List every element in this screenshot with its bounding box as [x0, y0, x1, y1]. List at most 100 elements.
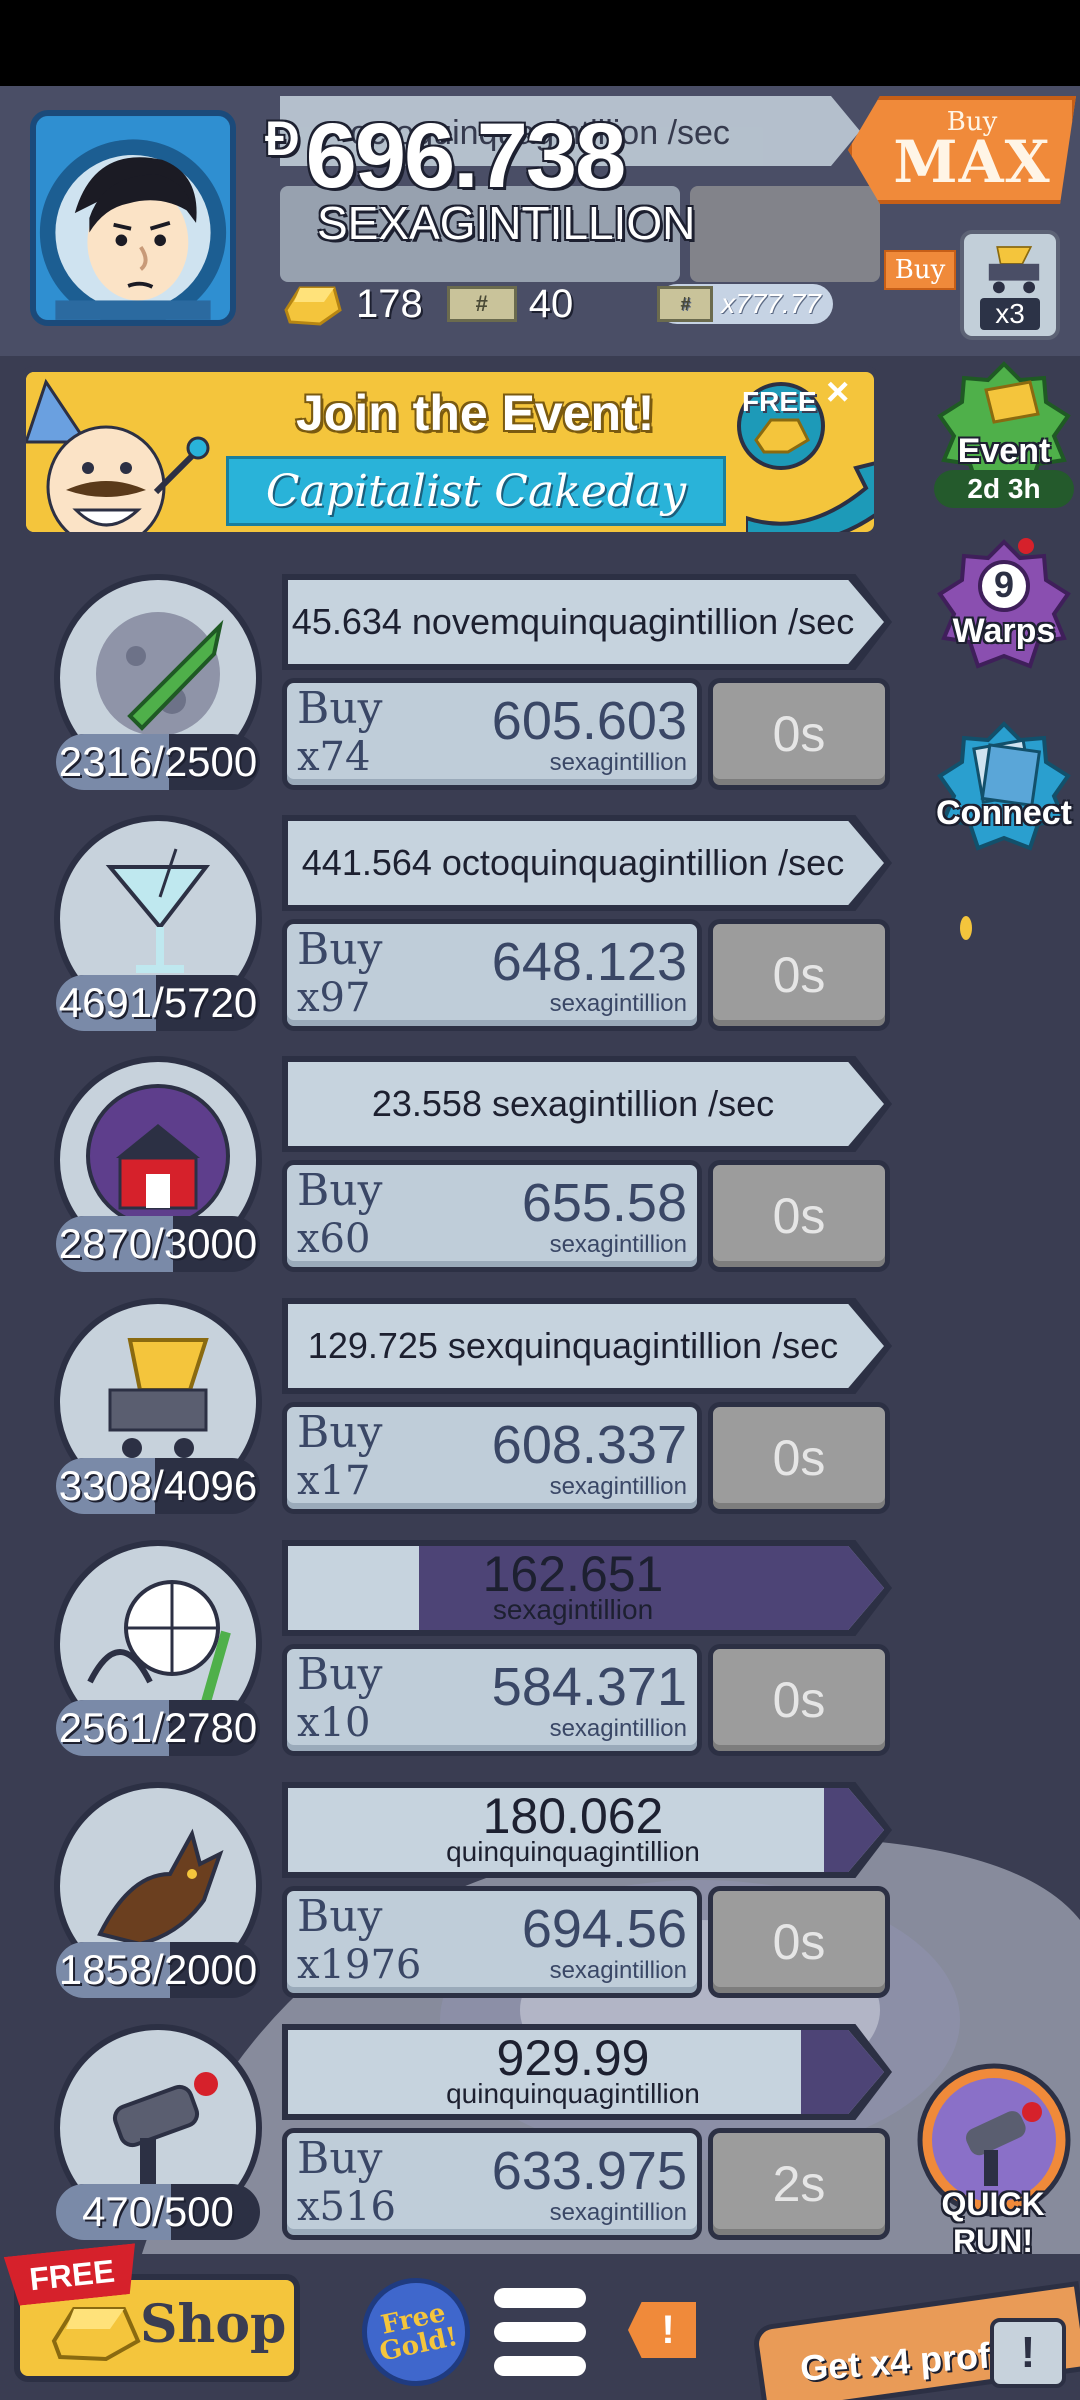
warps-label: Warps — [952, 612, 1056, 650]
gold-bar-icon — [284, 286, 342, 326]
income-bar[interactable]: 162.651 sexagintillion — [282, 1540, 892, 1636]
party-mayor-icon — [26, 372, 226, 532]
cycle-timer: 0s — [708, 1160, 890, 1272]
buy-cost-unit: sexagintillion — [549, 1473, 687, 1500]
buy-cost: 584.371 — [491, 1657, 687, 1717]
arrow-right-icon — [746, 461, 874, 532]
income-bar[interactable]: 180.062 quinquinquagintillion — [282, 1782, 892, 1878]
cycle-timer: 0s — [708, 919, 890, 1031]
cheese-cart-icon — [108, 1338, 209, 1458]
megabucks-icon: # — [446, 286, 517, 322]
money-value: 696.738 — [305, 105, 627, 207]
moon-rocket-icon — [96, 612, 224, 736]
warps-button[interactable]: 9 Warps — [934, 536, 1074, 676]
buy-cost-unit: sexagintillion — [549, 1957, 687, 1984]
status-bar — [0, 0, 1080, 86]
income-unit: quinquinquagintillion — [446, 1836, 700, 1867]
cart-multiplier: x3 — [980, 298, 1040, 330]
buy-button[interactable]: Buy x516 633.975 sexagintillion — [282, 2128, 702, 2240]
income-rate: 441.564 octoquinquagintillion /sec — [301, 842, 845, 883]
multiplier-value: x777.77 — [721, 288, 821, 319]
buy-multiplier: x516 — [297, 2184, 396, 2230]
buy-multiplier: x97 — [297, 975, 371, 1021]
shop-label: Shop — [140, 2294, 287, 2355]
buy-button[interactable]: Buy x1976 694.56 sexagintillion — [282, 1886, 702, 1998]
income-bar[interactable]: 23.558 sexagintillion /sec — [282, 1056, 892, 1152]
avatar[interactable] — [30, 110, 236, 326]
owned-count: 2561/2780 — [56, 1700, 260, 1756]
owned-count: 1858/2000 — [56, 1942, 260, 1998]
income-value: 162.651 — [482, 1546, 664, 1602]
buy-cost: 694.56 — [521, 1899, 687, 1959]
buy-label: Buy — [297, 2133, 383, 2184]
warps-badge-icon — [937, 538, 1071, 669]
buy-label: Buy — [297, 1891, 383, 1942]
money-symbol: Ð — [265, 113, 300, 166]
buy-max-button[interactable]: Buy MAX — [848, 96, 1076, 204]
buy-button[interactable]: Buy x97 648.123 sexagintillion — [282, 919, 702, 1031]
buy-label: Buy — [297, 1649, 383, 1700]
event-timer: 2d 3h — [934, 470, 1074, 508]
buy-button[interactable]: Buy x74 605.603 sexagintillion — [282, 678, 702, 790]
cycle-timer: 0s — [708, 678, 890, 790]
buy-cost-unit: sexagintillion — [549, 1231, 687, 1258]
owned-count: 2870/3000 — [56, 1216, 260, 1272]
income-rate: 45.634 novemquinquagintillion /sec — [291, 601, 855, 642]
income-bar[interactable]: 129.725 sexquinquagintillion /sec — [282, 1298, 892, 1394]
connect-label: Connect — [936, 794, 1072, 832]
gold-bar-icon — [51, 2307, 141, 2362]
astronaut-portrait-icon — [36, 116, 230, 320]
income-bar[interactable]: 45.634 novemquinquagintillion /sec — [282, 574, 892, 670]
buy-cost-unit: sexagintillion — [549, 749, 687, 776]
buy-multiplier: x60 — [297, 1216, 371, 1262]
cycle-timer: 2s — [708, 2128, 890, 2240]
owned-count: 470/500 — [56, 2184, 260, 2240]
connect-badge-icon — [937, 721, 1071, 851]
buy-label: Buy — [297, 924, 383, 975]
cycle-timer: 0s — [708, 1402, 890, 1514]
income-rate: 23.558 sexagintillion /sec — [371, 1083, 775, 1124]
menu-button[interactable] — [494, 2288, 586, 2378]
income-bar[interactable]: 441.564 octoquinquagintillion /sec — [282, 815, 892, 911]
buy-cost-unit: sexagintillion — [549, 1715, 687, 1742]
buy-cart-tag[interactable]: Buy — [884, 250, 956, 290]
alert-button[interactable]: ! — [628, 2302, 696, 2358]
buy-button[interactable]: Buy x60 655.58 sexagintillion — [282, 1160, 702, 1272]
business-row: 1858/2000 180.062 quinquinquagintillion … — [0, 1782, 900, 2022]
buy-button[interactable]: Buy x10 584.371 sexagintillion — [282, 1644, 702, 1756]
werewolf-icon — [97, 1828, 224, 1947]
event-free-label: FREE — [742, 386, 817, 417]
cycle-timer: 0s — [708, 1644, 890, 1756]
buy-button[interactable]: Buy x17 608.337 sexagintillion — [282, 1402, 702, 1514]
profit-multiplier[interactable]: # x777.77 — [657, 284, 833, 324]
income-bar[interactable]: 929.99 quinquinquagintillion — [282, 2024, 892, 2120]
event-close-button[interactable]: × — [826, 370, 849, 415]
owned-count-text: 2870/3000 — [58, 1220, 258, 1267]
megabucks-count: 40 — [528, 281, 574, 326]
event-banner[interactable]: Join the Event! Capitalist Cakeday FREE — [20, 366, 880, 538]
income-rate: 129.725 sexquinquagintillion /sec — [307, 1325, 839, 1366]
buy-cost-unit: sexagintillion — [549, 2199, 687, 2226]
owned-count-text: 1858/2000 — [58, 1946, 258, 1993]
income-value: 929.99 — [496, 2030, 650, 2086]
owned-count-text: 2561/2780 — [58, 1704, 258, 1751]
connect-button[interactable]: Connect — [934, 718, 1074, 858]
tv-icon[interactable]: ! — [990, 2318, 1066, 2388]
amusement-park-icon — [87, 1580, 231, 1704]
cart-button[interactable]: x3 — [960, 230, 1060, 340]
buy-label: Buy — [297, 683, 383, 734]
buy-cost: 608.337 — [491, 1415, 687, 1475]
buy-cost: 655.58 — [521, 1173, 687, 1233]
barn-dome-icon — [86, 1084, 230, 1228]
buy-cost-unit: sexagintillion — [549, 990, 687, 1017]
cocktail-icon — [105, 848, 211, 973]
business-row: 470/500 929.99 quinquinquagintillion Buy… — [0, 2024, 900, 2264]
coin-sparkle — [960, 916, 972, 940]
quick-run-label: QUICK RUN! — [941, 2186, 1045, 2259]
business-row: 2561/2780 162.651 sexagintillion Buy x10… — [0, 1540, 900, 1780]
business-row: 3308/4096 129.725 sexquinquagintillion /… — [0, 1298, 900, 1538]
buy-multiplier: x10 — [297, 1700, 371, 1746]
owned-count: 2316/2500 — [56, 734, 260, 790]
event-label: Event — [957, 432, 1051, 470]
owned-count-text: 3308/4096 — [58, 1462, 258, 1509]
